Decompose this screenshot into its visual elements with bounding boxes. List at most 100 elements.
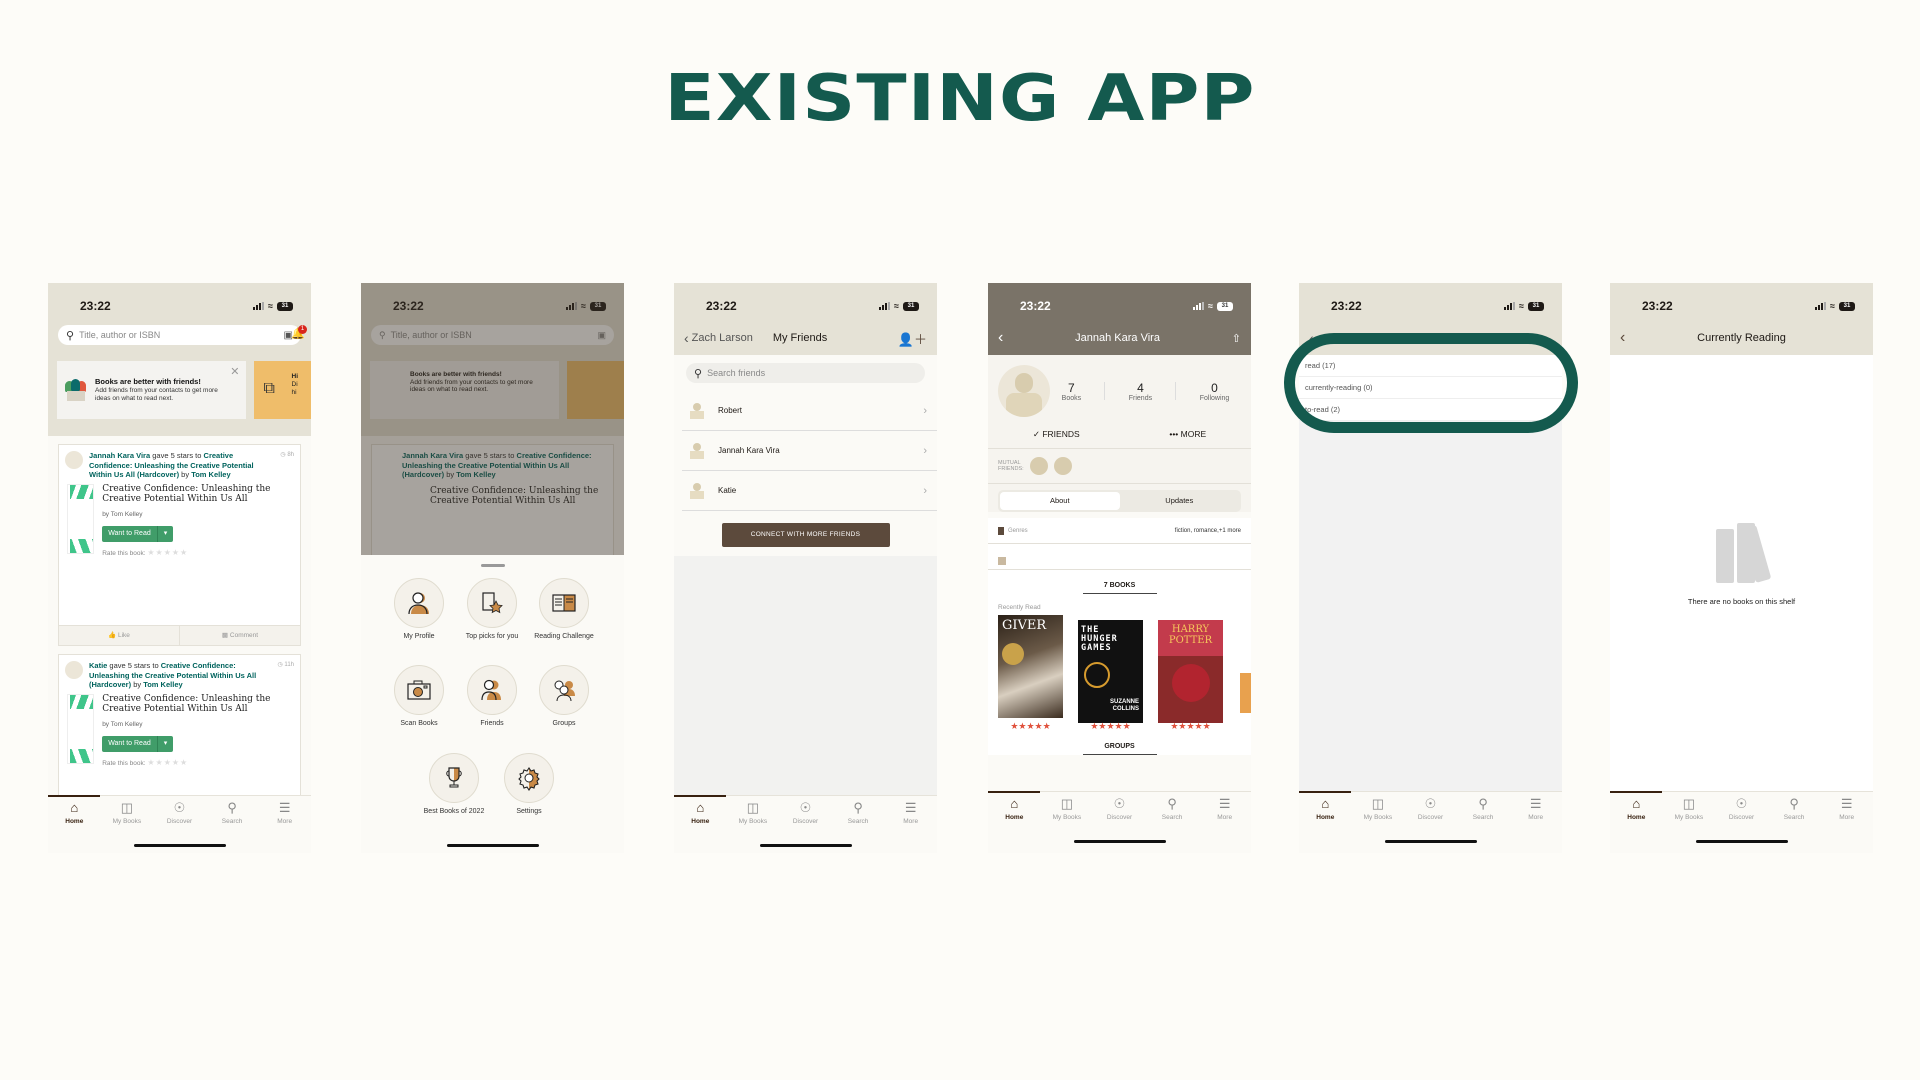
books-section-header[interactable]: 7 BOOKS (988, 570, 1251, 593)
segment-updates[interactable]: Updates (1120, 492, 1240, 510)
avatar[interactable] (65, 661, 83, 679)
mutual-friend-avatar[interactable] (1030, 457, 1048, 475)
search-friends-input[interactable]: ⚲ Search friends (686, 363, 925, 383)
menu-icon: ☰ (1218, 796, 1231, 811)
tab-home[interactable]: ⌂ Home (1300, 797, 1350, 822)
tab-home[interactable]: ⌂ Home (1611, 796, 1661, 822)
book-cover-harry-potter[interactable]: HARRY POTTER (1158, 620, 1223, 723)
friend-row[interactable]: Robert › (682, 391, 937, 431)
book-cover-hunger-games[interactable]: THE HUNGER GAMES SUZANNE COLLINS (1078, 620, 1143, 723)
book-title[interactable]: Creative Confidence: Unleashing the Crea… (102, 484, 292, 505)
comment-button[interactable]: ▩ Comment (180, 626, 300, 645)
promo-title: Books are better with friends! (95, 376, 201, 386)
book-icon: ◫ (1682, 796, 1696, 811)
friend-row[interactable]: Jannah Kara Vira › (682, 431, 937, 471)
tab-my-books[interactable]: ◫ My Books (728, 801, 778, 826)
book-cover-the-giver[interactable]: GIVER (998, 615, 1063, 718)
want-to-read-button[interactable]: Want to Read ▾ (102, 735, 174, 752)
active-tab-indicator (1299, 791, 1351, 793)
tab-discover[interactable]: ☉ Discover (154, 801, 204, 826)
feed-time: ◷ 11h (277, 662, 294, 668)
book-cover[interactable] (67, 693, 95, 764)
menu-item-settings[interactable]: Settings (494, 753, 564, 816)
mutual-friend-avatar[interactable] (1054, 457, 1072, 475)
promo2-line1: Di (291, 381, 298, 388)
want-to-read-button[interactable]: Want to Read ▾ (102, 525, 174, 542)
share-icon[interactable]: ⇧ (1232, 332, 1241, 345)
tab-discover[interactable]: ☉ Discover (780, 801, 830, 826)
book-author[interactable]: by Tom Kelley (102, 511, 292, 518)
friends-box-icon (65, 379, 87, 401)
tab-search[interactable]: ⚲ Search (1458, 797, 1508, 822)
genres-row[interactable]: Genres fiction, romance,+1 more (988, 518, 1251, 544)
book-title[interactable]: Creative Confidence: Unleashing the Crea… (102, 694, 292, 715)
back-button[interactable]: ‹ Zach Larson (684, 330, 753, 346)
add-friend-icon[interactable]: 👤＋ (898, 329, 927, 348)
promo-card-peek[interactable]: ⧉ Hi Di hi (253, 361, 311, 419)
menu-item-my-profile[interactable]: My Profile (384, 578, 454, 641)
book-cover[interactable] (67, 483, 95, 554)
segment-about[interactable]: About (1000, 492, 1120, 510)
sheet-grabber[interactable] (480, 564, 505, 567)
feed-author-link[interactable]: Tom Kelley (191, 470, 230, 479)
menu-item-friends[interactable]: Friends (457, 665, 527, 728)
menu-item-reading-challenge[interactable]: Reading Challenge (529, 578, 599, 641)
tab-more[interactable]: ☰ More (886, 801, 936, 826)
tab-my-books[interactable]: ◫ My Books (1042, 797, 1092, 822)
search-icon: ⚲ (227, 800, 237, 815)
tab-my-books[interactable]: ◫ My Books (1353, 796, 1403, 822)
tab-more[interactable]: ☰ More (1511, 797, 1561, 822)
tab-home[interactable]: ⌂ Home (49, 800, 99, 826)
search-input[interactable]: ⚲ Title, author or ISBN ▣ (58, 325, 301, 345)
more-button[interactable]: ••• MORE (1169, 429, 1206, 440)
tab-more[interactable]: ☰ More (1822, 797, 1872, 822)
menu-item-best-books[interactable]: Best Books of 2022 (419, 753, 489, 816)
tab-my-books[interactable]: ◫ My Books (1664, 796, 1714, 822)
home-icon: ⌂ (70, 800, 79, 815)
avatar[interactable] (65, 451, 83, 469)
friend-row[interactable]: Katie › (682, 471, 937, 511)
close-icon[interactable]: ✕ (230, 365, 239, 378)
stat-books[interactable]: 7 Books (1062, 381, 1081, 402)
tab-search[interactable]: ⚲ Search (207, 800, 257, 826)
menu-item-scan-books[interactable]: Scan Books (384, 665, 454, 728)
book-icon: ◫ (1371, 796, 1385, 811)
rating-stars: ★★★★★ (1010, 721, 1051, 731)
feed-actor-link[interactable]: Katie (89, 661, 107, 670)
highlight-annotation (1284, 333, 1578, 433)
tab-discover[interactable]: ☉ Discover (1094, 796, 1144, 822)
like-button[interactable]: 👍 Like (59, 626, 180, 645)
friends-status-button[interactable]: ✓ FRIENDS (1033, 429, 1080, 440)
tab-discover[interactable]: ☉ Discover (1716, 797, 1766, 822)
tab-search[interactable]: ⚲ Search (1147, 796, 1197, 822)
book-cover-peek[interactable] (1240, 673, 1251, 713)
tab-home[interactable]: ⌂ Home (989, 797, 1039, 822)
compass-icon: ☉ (1113, 796, 1126, 811)
menu-icon: ☰ (278, 800, 291, 815)
menu-item-top-picks[interactable]: Top picks for you (457, 578, 527, 641)
rate-book[interactable]: Rate this book: ★★★★★ (102, 758, 292, 767)
stat-friends[interactable]: 4 Friends (1129, 381, 1152, 402)
tab-home[interactable]: ⌂ Home (675, 801, 725, 826)
tab-search[interactable]: ⚲ Search (833, 801, 883, 826)
tab-more[interactable]: ☰ More (260, 800, 310, 826)
feed-actor-link[interactable]: Jannah Kara Vira (89, 451, 150, 460)
book-author[interactable]: by Tom Kelley (102, 721, 292, 728)
home-icon: ⌂ (1632, 796, 1641, 811)
back-button[interactable]: ‹ (1620, 329, 1625, 347)
promo-card-friends[interactable]: Books are better with friends! Add frien… (57, 361, 246, 419)
feed-author-link[interactable]: Tom Kelley (143, 680, 182, 689)
tab-discover[interactable]: ☉ Discover (1405, 797, 1455, 822)
connect-more-friends-button[interactable]: CONNECT WITH MORE FRIENDS (721, 523, 890, 547)
groups-section-header[interactable]: GROUPS (988, 735, 1251, 754)
promo2-title: Hi (291, 373, 299, 380)
search-icon: ⚲ (1167, 796, 1177, 811)
tab-search[interactable]: ⚲ Search (1769, 797, 1819, 822)
tab-my-books[interactable]: ◫ My Books (102, 801, 152, 826)
back-button[interactable]: ‹ (998, 329, 1003, 347)
stat-following[interactable]: 0 Following (1200, 381, 1230, 402)
tab-more[interactable]: ☰ More (1200, 796, 1250, 822)
rate-book[interactable]: Rate this book: ★★★★★ (102, 548, 292, 557)
menu-item-groups[interactable]: Groups (529, 665, 599, 728)
dim-overlay[interactable] (361, 283, 624, 555)
